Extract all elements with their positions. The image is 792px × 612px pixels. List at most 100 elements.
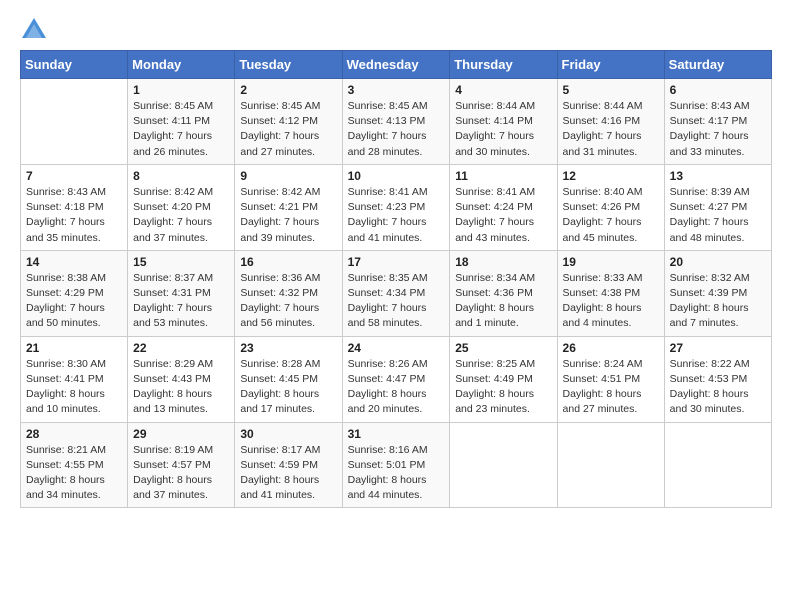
day-number: 14: [26, 255, 122, 269]
calendar-cell: 24 Sunrise: 8:26 AMSunset: 4:47 PMDayligh…: [342, 336, 450, 422]
day-number: 17: [348, 255, 445, 269]
cell-details: Sunrise: 8:38 AMSunset: 4:29 PMDaylight:…: [26, 271, 122, 332]
day-number: 29: [133, 427, 229, 441]
page: SundayMondayTuesdayWednesdayThursdayFrid…: [0, 0, 792, 518]
calendar-cell: 23 Sunrise: 8:28 AMSunset: 4:45 PMDayligh…: [235, 336, 342, 422]
calendar-cell: [664, 422, 771, 508]
day-number: 16: [240, 255, 336, 269]
day-number: 5: [563, 83, 659, 97]
day-number: 10: [348, 169, 445, 183]
calendar-cell: 18Sunrise: 8:34 AMSunset: 4:36 PMDayligh…: [450, 250, 557, 336]
day-number: 22: [133, 341, 229, 355]
day-number: 19: [563, 255, 659, 269]
day-number: 12: [563, 169, 659, 183]
cell-details: Sunrise: 8:36 AMSunset: 4:32 PMDaylight:…: [240, 271, 336, 332]
cell-details: Sunrise: 8:17 AMSunset: 4:59 PMDaylight:…: [240, 443, 336, 504]
col-header-wednesday: Wednesday: [342, 51, 450, 79]
calendar-cell: 20 Sunrise: 8:32 AMSunset: 4:39 PMDayligh…: [664, 250, 771, 336]
calendar-cell: 27Sunrise: 8:22 AMSunset: 4:53 PMDayligh…: [664, 336, 771, 422]
calendar-cell: 5Sunrise: 8:44 AMSunset: 4:16 PMDaylight…: [557, 79, 664, 165]
day-number: 20: [670, 255, 766, 269]
cell-details: Sunrise: 8:24 AMSunset: 4:51 PMDaylight:…: [563, 357, 659, 418]
cell-details: Sunrise: 8:40 AMSunset: 4:26 PMDaylight:…: [563, 185, 659, 246]
cell-details: Sunrise: 8:41 AMSunset: 4:23 PMDaylight:…: [348, 185, 445, 246]
calendar-cell: [557, 422, 664, 508]
col-header-friday: Friday: [557, 51, 664, 79]
calendar-cell: 30 Sunrise: 8:17 AMSunset: 4:59 PMDayligh…: [235, 422, 342, 508]
day-number: 15: [133, 255, 229, 269]
calendar-cell: 12 Sunrise: 8:40 AMSunset: 4:26 PMDayligh…: [557, 164, 664, 250]
calendar-week-1: 1 Sunrise: 8:45 AMSunset: 4:11 PMDaylight…: [21, 79, 772, 165]
calendar-week-2: 7 Sunrise: 8:43 AMSunset: 4:18 PMDaylight…: [21, 164, 772, 250]
day-number: 30: [240, 427, 336, 441]
day-number: 21: [26, 341, 122, 355]
calendar-header-row: SundayMondayTuesdayWednesdayThursdayFrid…: [21, 51, 772, 79]
cell-details: Sunrise: 8:30 AMSunset: 4:41 PMDaylight:…: [26, 357, 122, 418]
calendar-cell: 8Sunrise: 8:42 AMSunset: 4:20 PMDaylight…: [128, 164, 235, 250]
cell-details: Sunrise: 8:21 AMSunset: 4:55 PMDaylight:…: [26, 443, 122, 504]
day-number: 27: [670, 341, 766, 355]
day-number: 3: [348, 83, 445, 97]
day-number: 28: [26, 427, 122, 441]
day-number: 26: [563, 341, 659, 355]
cell-details: Sunrise: 8:43 AMSunset: 4:18 PMDaylight:…: [26, 185, 122, 246]
day-number: 31: [348, 427, 445, 441]
calendar-week-5: 28 Sunrise: 8:21 AMSunset: 4:55 PMDayligh…: [21, 422, 772, 508]
day-number: 25: [455, 341, 551, 355]
col-header-saturday: Saturday: [664, 51, 771, 79]
calendar-cell: 17 Sunrise: 8:35 AMSunset: 4:34 PMDayligh…: [342, 250, 450, 336]
cell-details: Sunrise: 8:42 AMSunset: 4:21 PMDaylight:…: [240, 185, 336, 246]
col-header-tuesday: Tuesday: [235, 51, 342, 79]
cell-details: Sunrise: 8:19 AMSunset: 4:57 PMDaylight:…: [133, 443, 229, 504]
cell-details: Sunrise: 8:44 AMSunset: 4:14 PMDaylight:…: [455, 99, 551, 160]
cell-details: Sunrise: 8:29 AMSunset: 4:43 PMDaylight:…: [133, 357, 229, 418]
cell-details: Sunrise: 8:35 AMSunset: 4:34 PMDaylight:…: [348, 271, 445, 332]
day-number: 11: [455, 169, 551, 183]
cell-details: Sunrise: 8:28 AMSunset: 4:45 PMDaylight:…: [240, 357, 336, 418]
cell-details: Sunrise: 8:16 AMSunset: 5:01 PMDaylight:…: [348, 443, 445, 504]
day-number: 2: [240, 83, 336, 97]
calendar-cell: 25Sunrise: 8:25 AMSunset: 4:49 PMDayligh…: [450, 336, 557, 422]
calendar-cell: 29 Sunrise: 8:19 AMSunset: 4:57 PMDayligh…: [128, 422, 235, 508]
cell-details: Sunrise: 8:41 AMSunset: 4:24 PMDaylight:…: [455, 185, 551, 246]
day-number: 23: [240, 341, 336, 355]
calendar-cell: 16 Sunrise: 8:36 AMSunset: 4:32 PMDayligh…: [235, 250, 342, 336]
col-header-sunday: Sunday: [21, 51, 128, 79]
calendar-cell: 7 Sunrise: 8:43 AMSunset: 4:18 PMDaylight…: [21, 164, 128, 250]
calendar-table: SundayMondayTuesdayWednesdayThursdayFrid…: [20, 50, 772, 508]
day-number: 13: [670, 169, 766, 183]
day-number: 24: [348, 341, 445, 355]
calendar-cell: 13Sunrise: 8:39 AMSunset: 4:27 PMDayligh…: [664, 164, 771, 250]
cell-details: Sunrise: 8:34 AMSunset: 4:36 PMDaylight:…: [455, 271, 551, 332]
day-number: 4: [455, 83, 551, 97]
cell-details: Sunrise: 8:33 AMSunset: 4:38 PMDaylight:…: [563, 271, 659, 332]
day-number: 7: [26, 169, 122, 183]
cell-details: Sunrise: 8:32 AMSunset: 4:39 PMDaylight:…: [670, 271, 766, 332]
day-number: 9: [240, 169, 336, 183]
cell-details: Sunrise: 8:26 AMSunset: 4:47 PMDaylight:…: [348, 357, 445, 418]
calendar-cell: 10 Sunrise: 8:41 AMSunset: 4:23 PMDayligh…: [342, 164, 450, 250]
calendar-cell: 1 Sunrise: 8:45 AMSunset: 4:11 PMDaylight…: [128, 79, 235, 165]
calendar-cell: 3 Sunrise: 8:45 AMSunset: 4:13 PMDaylight…: [342, 79, 450, 165]
calendar-cell: 4 Sunrise: 8:44 AMSunset: 4:14 PMDaylight…: [450, 79, 557, 165]
cell-details: Sunrise: 8:43 AMSunset: 4:17 PMDaylight:…: [670, 99, 766, 160]
calendar-cell: 6 Sunrise: 8:43 AMSunset: 4:17 PMDaylight…: [664, 79, 771, 165]
cell-details: Sunrise: 8:42 AMSunset: 4:20 PMDaylight:…: [133, 185, 229, 246]
col-header-monday: Monday: [128, 51, 235, 79]
calendar-cell: 19 Sunrise: 8:33 AMSunset: 4:38 PMDayligh…: [557, 250, 664, 336]
logo-icon: [20, 16, 48, 44]
calendar-cell: 31 Sunrise: 8:16 AMSunset: 5:01 PMDayligh…: [342, 422, 450, 508]
cell-details: Sunrise: 8:45 AMSunset: 4:13 PMDaylight:…: [348, 99, 445, 160]
calendar-cell: 15Sunrise: 8:37 AMSunset: 4:31 PMDayligh…: [128, 250, 235, 336]
header: [20, 16, 772, 44]
calendar-cell: 9 Sunrise: 8:42 AMSunset: 4:21 PMDaylight…: [235, 164, 342, 250]
logo: [20, 16, 52, 44]
calendar-cell: 2 Sunrise: 8:45 AMSunset: 4:12 PMDaylight…: [235, 79, 342, 165]
cell-details: Sunrise: 8:45 AMSunset: 4:11 PMDaylight:…: [133, 99, 229, 160]
day-number: 6: [670, 83, 766, 97]
cell-details: Sunrise: 8:45 AMSunset: 4:12 PMDaylight:…: [240, 99, 336, 160]
day-number: 1: [133, 83, 229, 97]
col-header-thursday: Thursday: [450, 51, 557, 79]
calendar-cell: [21, 79, 128, 165]
calendar-cell: 21 Sunrise: 8:30 AMSunset: 4:41 PMDayligh…: [21, 336, 128, 422]
